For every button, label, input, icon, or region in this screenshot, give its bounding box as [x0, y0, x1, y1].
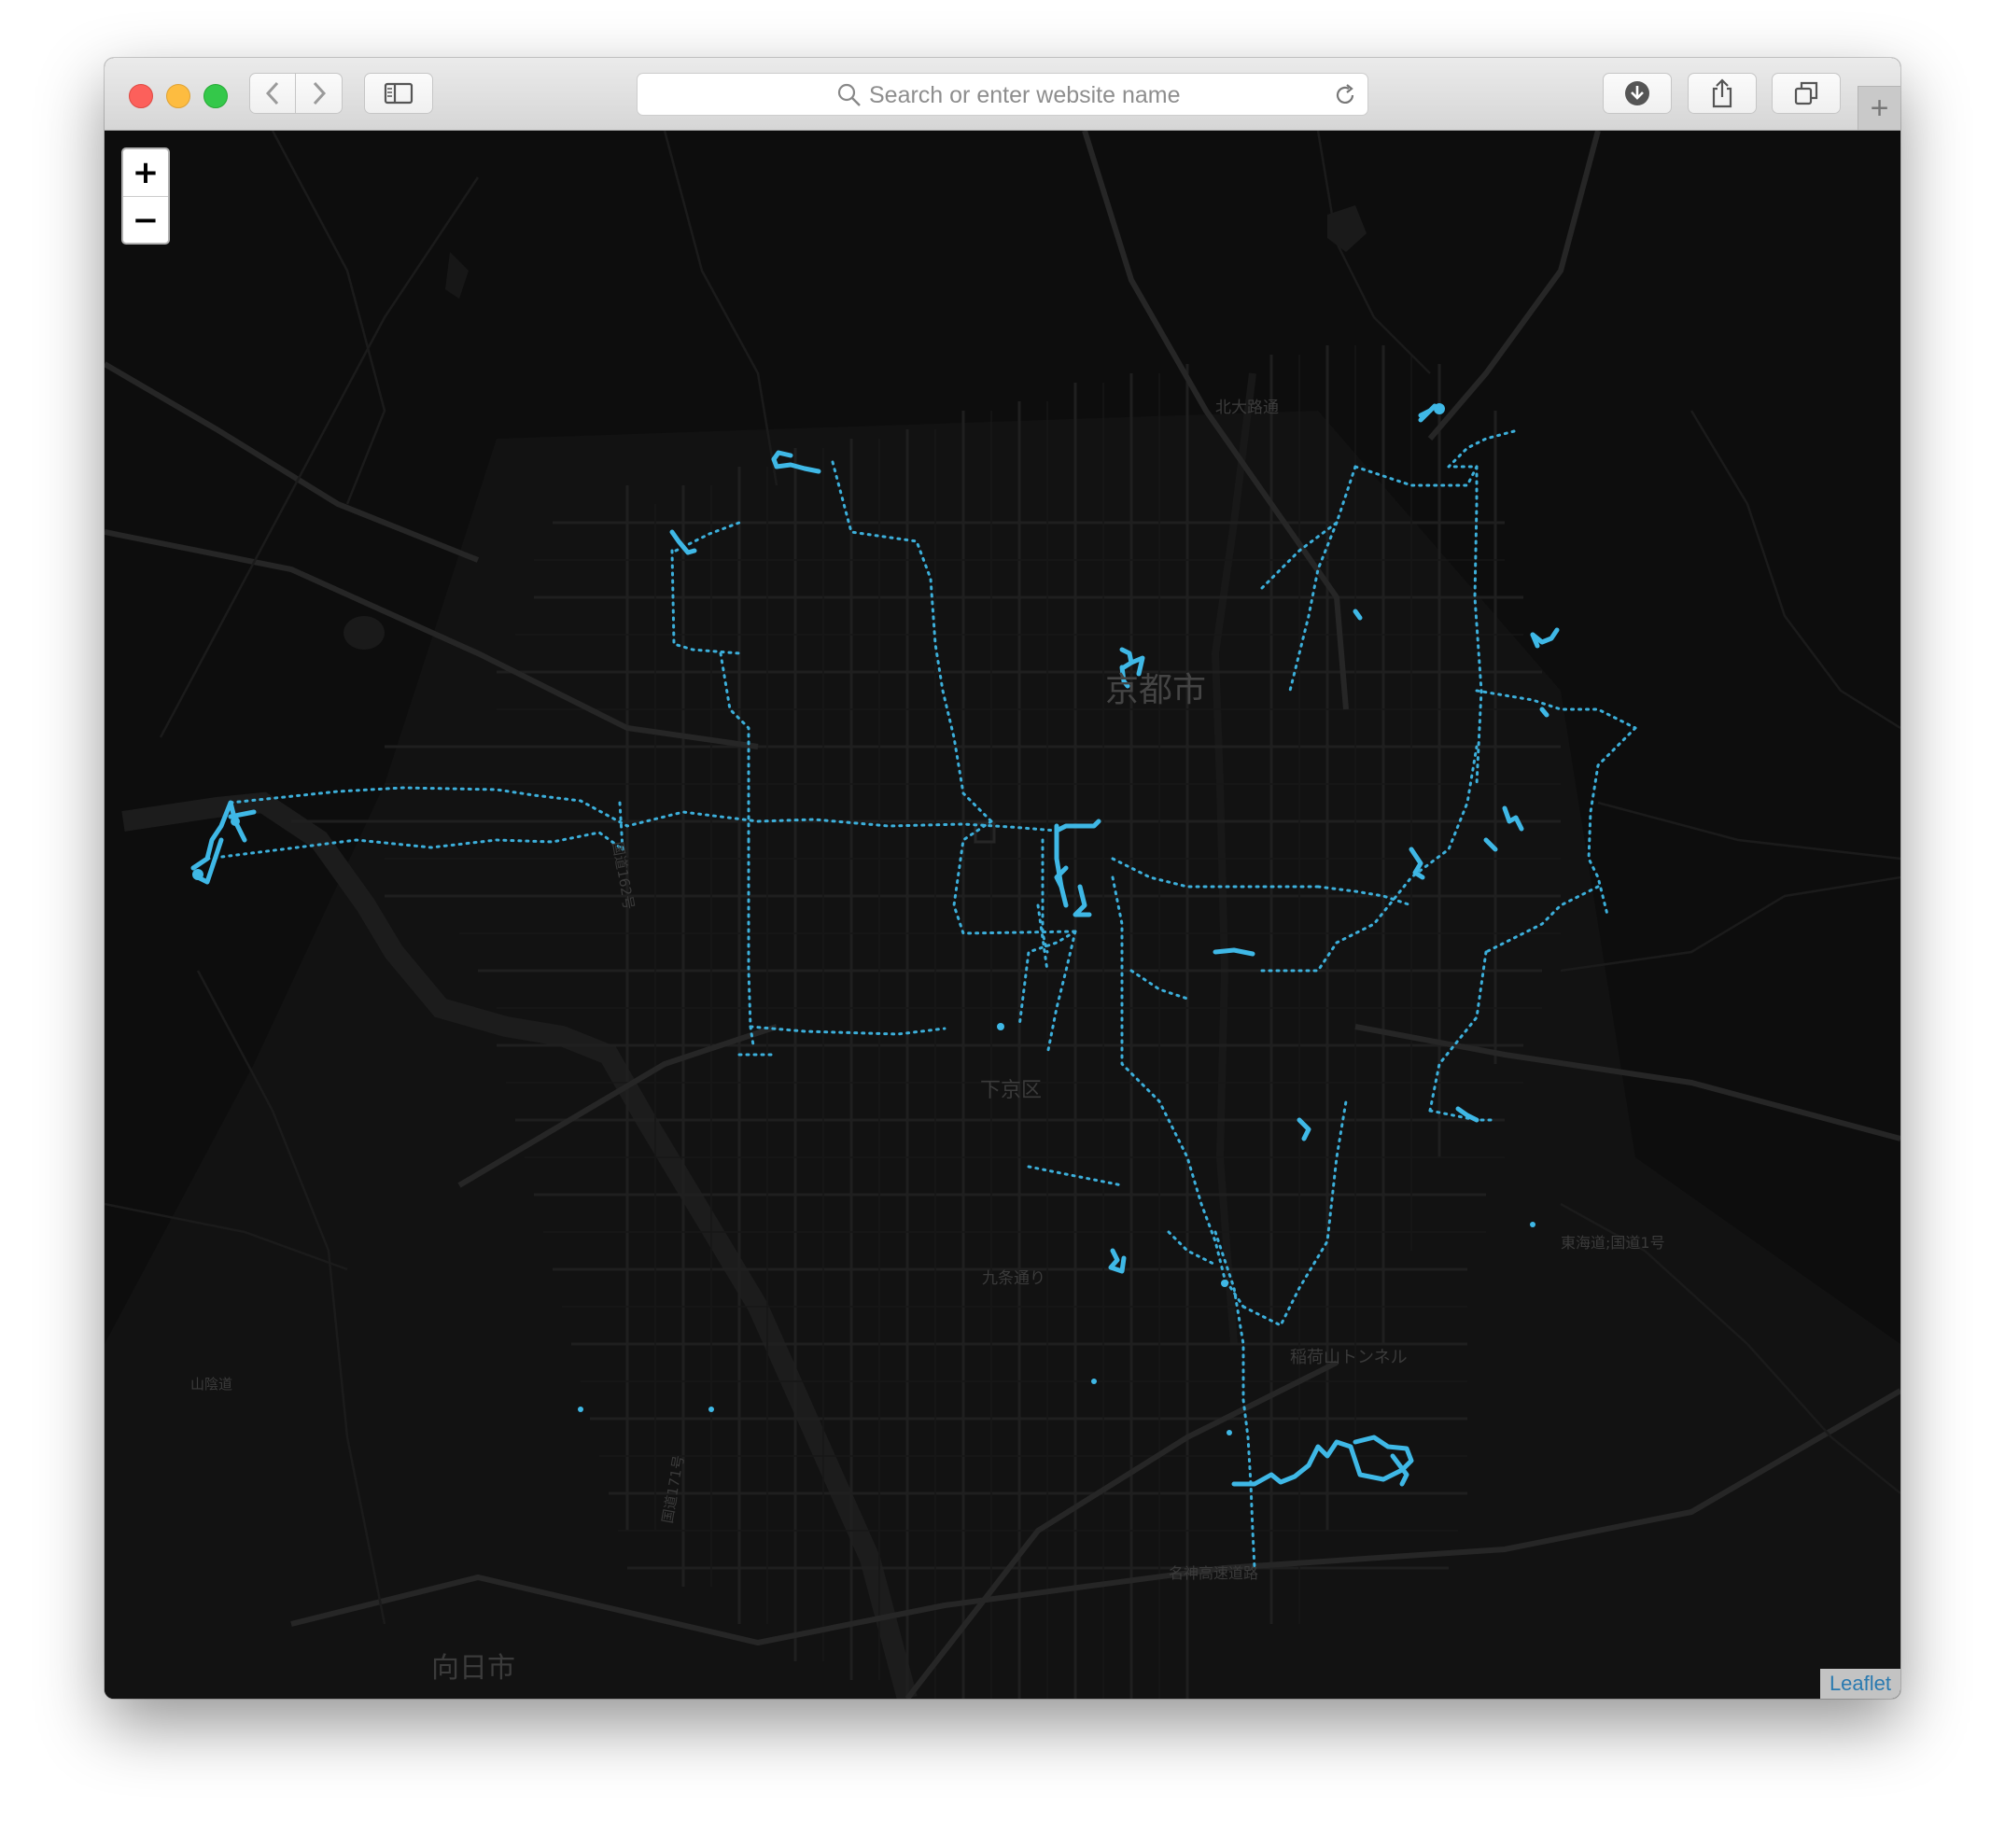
- downloads-button[interactable]: [1603, 73, 1672, 114]
- ward-label: 下京区: [980, 1079, 1043, 1102]
- tokaido-label: 東海道;国道1号: [1561, 1234, 1665, 1252]
- new-tab-button[interactable]: +: [1858, 86, 1900, 130]
- address-bar[interactable]: Search or enter website name: [637, 73, 1368, 116]
- zoom-control: + −: [121, 147, 170, 245]
- chevron-left-icon: [265, 81, 279, 105]
- kujo-label: 九条通り: [982, 1269, 1045, 1288]
- sidebar-button[interactable]: [364, 73, 433, 114]
- leaflet-link[interactable]: Leaflet: [1830, 1672, 1891, 1696]
- fullscreen-window-button[interactable]: [203, 84, 228, 108]
- minimize-window-button[interactable]: [166, 84, 190, 108]
- muko-label: 向日市: [431, 1652, 515, 1685]
- reload-icon[interactable]: [1332, 82, 1358, 108]
- map-view[interactable]: 京都市 下京区 向日市 北大路通 九条通り 稲荷山トンネル 東海道;国道1号 名…: [105, 131, 1900, 1699]
- zoom-out-button[interactable]: −: [123, 197, 168, 243]
- address-placeholder: Search or enter website name: [869, 82, 1181, 108]
- browser-window: Search or enter website name + 京都市 下京区 向…: [105, 58, 1900, 1699]
- map-tiles[interactable]: [105, 131, 1900, 1699]
- tunnel-label: 稲荷山トンネル: [1290, 1348, 1408, 1367]
- city-label: 京都市: [1105, 671, 1207, 709]
- search-icon: [837, 83, 861, 106]
- share-button[interactable]: [1688, 73, 1757, 114]
- chevron-right-icon: [313, 81, 326, 105]
- zoom-in-button[interactable]: +: [123, 149, 168, 197]
- meishin-label: 名神高速道路: [1169, 1564, 1259, 1582]
- download-icon: [1625, 81, 1649, 105]
- forward-button[interactable]: [296, 73, 343, 114]
- browser-toolbar: Search or enter website name +: [105, 58, 1900, 131]
- kitaoji-label: 北大路通: [1215, 399, 1279, 417]
- attribution: Leaflet: [1819, 1669, 1900, 1699]
- tabs-icon: [1794, 81, 1818, 105]
- share-icon: [1712, 78, 1732, 108]
- close-window-button[interactable]: [129, 84, 153, 108]
- sanin-label: 山陰道: [190, 1376, 233, 1393]
- back-button[interactable]: [249, 73, 296, 114]
- tab-overview-button[interactable]: [1772, 73, 1841, 114]
- sidebar-icon: [384, 82, 414, 105]
